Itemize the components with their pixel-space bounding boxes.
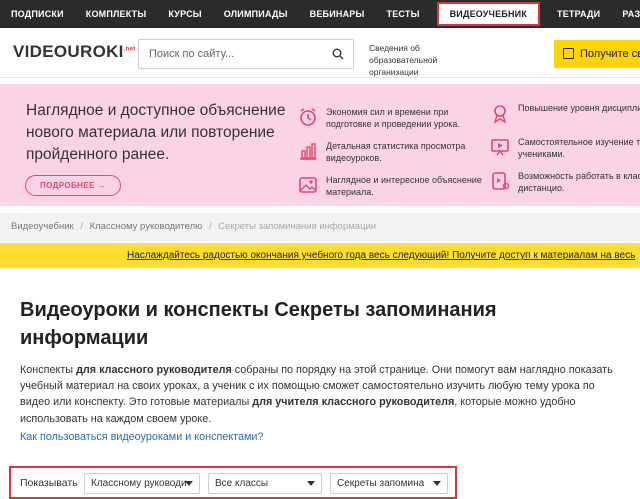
- breadcrumb-class-teacher[interactable]: Классному руководителю: [90, 221, 203, 232]
- alarm-clock-icon: [300, 108, 316, 126]
- online-learning-icon: [492, 172, 510, 190]
- chevron-down-icon: [433, 481, 441, 486]
- page-description: Конспекты для классного руководителя соб…: [20, 364, 613, 425]
- breadcrumb-current: Секреты запоминания информации: [218, 221, 377, 232]
- nav-item-more[interactable]: РАЗР: [611, 0, 640, 28]
- page-title: Видеоуроки и конспекты Секреты запоминан…: [20, 299, 497, 349]
- feature-text: Возможность работать в классе и дистанци…: [518, 171, 640, 193]
- nav-item-tests[interactable]: ТЕСТЫ: [376, 0, 431, 28]
- filter-label: Показывать: [20, 477, 78, 489]
- feature-text: Детальная статистика просмотра видеоурок…: [326, 141, 466, 163]
- breadcrumb-separator: /: [208, 221, 212, 232]
- search-box: [138, 39, 354, 69]
- get-certificate-button[interactable]: Получите сви: [554, 40, 640, 68]
- more-button[interactable]: ПОДРОБНЕЕ →: [25, 175, 121, 196]
- feature-text: Самостоятельное изучение темы учениками.: [518, 137, 640, 159]
- org-info-link[interactable]: Сведения об образовательной организации: [369, 42, 489, 78]
- breadcrumb: Видеоучебник / Классному руководителю / …: [0, 213, 640, 241]
- bar-chart-icon: [300, 143, 316, 160]
- topic-select[interactable]: Секреты запомина: [330, 473, 448, 494]
- nav-item-webinars[interactable]: ВЕБИНАРЫ: [299, 0, 376, 28]
- image-icon: [299, 177, 317, 193]
- breadcrumb-separator: /: [80, 221, 83, 232]
- feature-text: Экономия сил и времени при подготовке и …: [326, 107, 460, 129]
- site-header: VIDEOUROKI.net Сведения об образовательн…: [0, 28, 640, 78]
- nav-item-subscriptions[interactable]: ПОДПИСКИ: [0, 0, 75, 28]
- video-board-icon: [491, 139, 509, 156]
- how-to-use-link[interactable]: Как пользоваться видеоуроками и конспект…: [20, 431, 263, 443]
- subject-select[interactable]: Классному руководи: [84, 473, 200, 494]
- chevron-down-icon: [185, 481, 193, 486]
- top-nav: ПОДПИСКИ КОМПЛЕКТЫ КУРСЫ ОЛИМПИАДЫ ВЕБИН…: [0, 0, 640, 28]
- get-button-label: Получите сви: [580, 48, 640, 60]
- filter-bar: Показывать Классному руководи Все классы…: [9, 466, 457, 499]
- nav-item-olympiads[interactable]: ОЛИМПИАДЫ: [213, 0, 299, 28]
- chevron-down-icon: [307, 481, 315, 486]
- certificate-icon: [563, 48, 574, 59]
- search-input[interactable]: [139, 40, 319, 68]
- medal-icon: [493, 105, 507, 123]
- site-logo[interactable]: VIDEOUROKI.net: [13, 42, 136, 62]
- nav-item-videotextbook[interactable]: ВИДЕОУЧЕБНИК: [436, 2, 541, 26]
- nav-item-courses[interactable]: КУРСЫ: [157, 0, 212, 28]
- feature-text: Наглядное и интересное объяснение матери…: [326, 175, 482, 197]
- promo-notice-link[interactable]: Наслаждайтесь радостью окончания учебног…: [0, 243, 640, 268]
- search-icon[interactable]: [332, 48, 344, 60]
- promo-headline: Наглядное и доступное объяснение нового …: [26, 102, 286, 163]
- nav-item-kits[interactable]: КОМПЛЕКТЫ: [75, 0, 158, 28]
- feature-text: Повышение уровня дисциплины.: [518, 103, 640, 113]
- breadcrumb-videotextbook[interactable]: Видеоучебник: [11, 221, 74, 232]
- grade-select[interactable]: Все классы: [208, 473, 322, 494]
- nav-item-notebooks[interactable]: ТЕТРАДИ: [546, 0, 611, 28]
- promo-banner: Наглядное и доступное объяснение нового …: [0, 84, 640, 206]
